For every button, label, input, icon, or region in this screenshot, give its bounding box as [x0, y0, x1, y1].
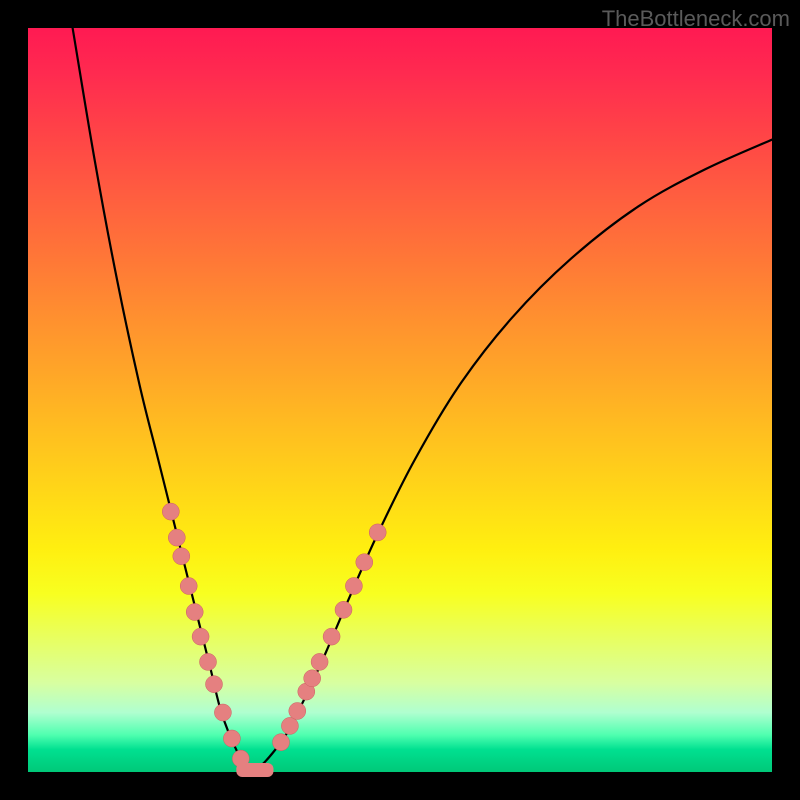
marker-dot: [281, 717, 298, 734]
marker-dot: [273, 734, 290, 751]
chart-frame: TheBottleneck.com: [0, 0, 800, 800]
marker-dot: [206, 676, 223, 693]
marker-dot: [356, 554, 373, 571]
marker-dot: [186, 604, 203, 621]
marker-dot: [289, 703, 306, 720]
marker-dot: [323, 628, 340, 645]
marker-dot: [192, 628, 209, 645]
bottleneck-curve: [73, 28, 772, 772]
marker-dot: [180, 578, 197, 595]
marker-dots: [162, 503, 386, 767]
marker-dot: [168, 529, 185, 546]
marker-dot: [345, 578, 362, 595]
marker-dot: [214, 704, 231, 721]
marker-dot: [311, 653, 328, 670]
marker-dot: [223, 730, 240, 747]
marker-dot: [162, 503, 179, 520]
marker-dot: [369, 524, 386, 541]
bottom-bar: [236, 763, 273, 777]
plot-area: [28, 28, 772, 772]
watermark-text: TheBottleneck.com: [602, 6, 790, 32]
marker-dot: [335, 601, 352, 618]
marker-dot: [304, 670, 321, 687]
marker-dot: [173, 548, 190, 565]
curve-svg: [28, 28, 772, 772]
marker-dot: [200, 653, 217, 670]
